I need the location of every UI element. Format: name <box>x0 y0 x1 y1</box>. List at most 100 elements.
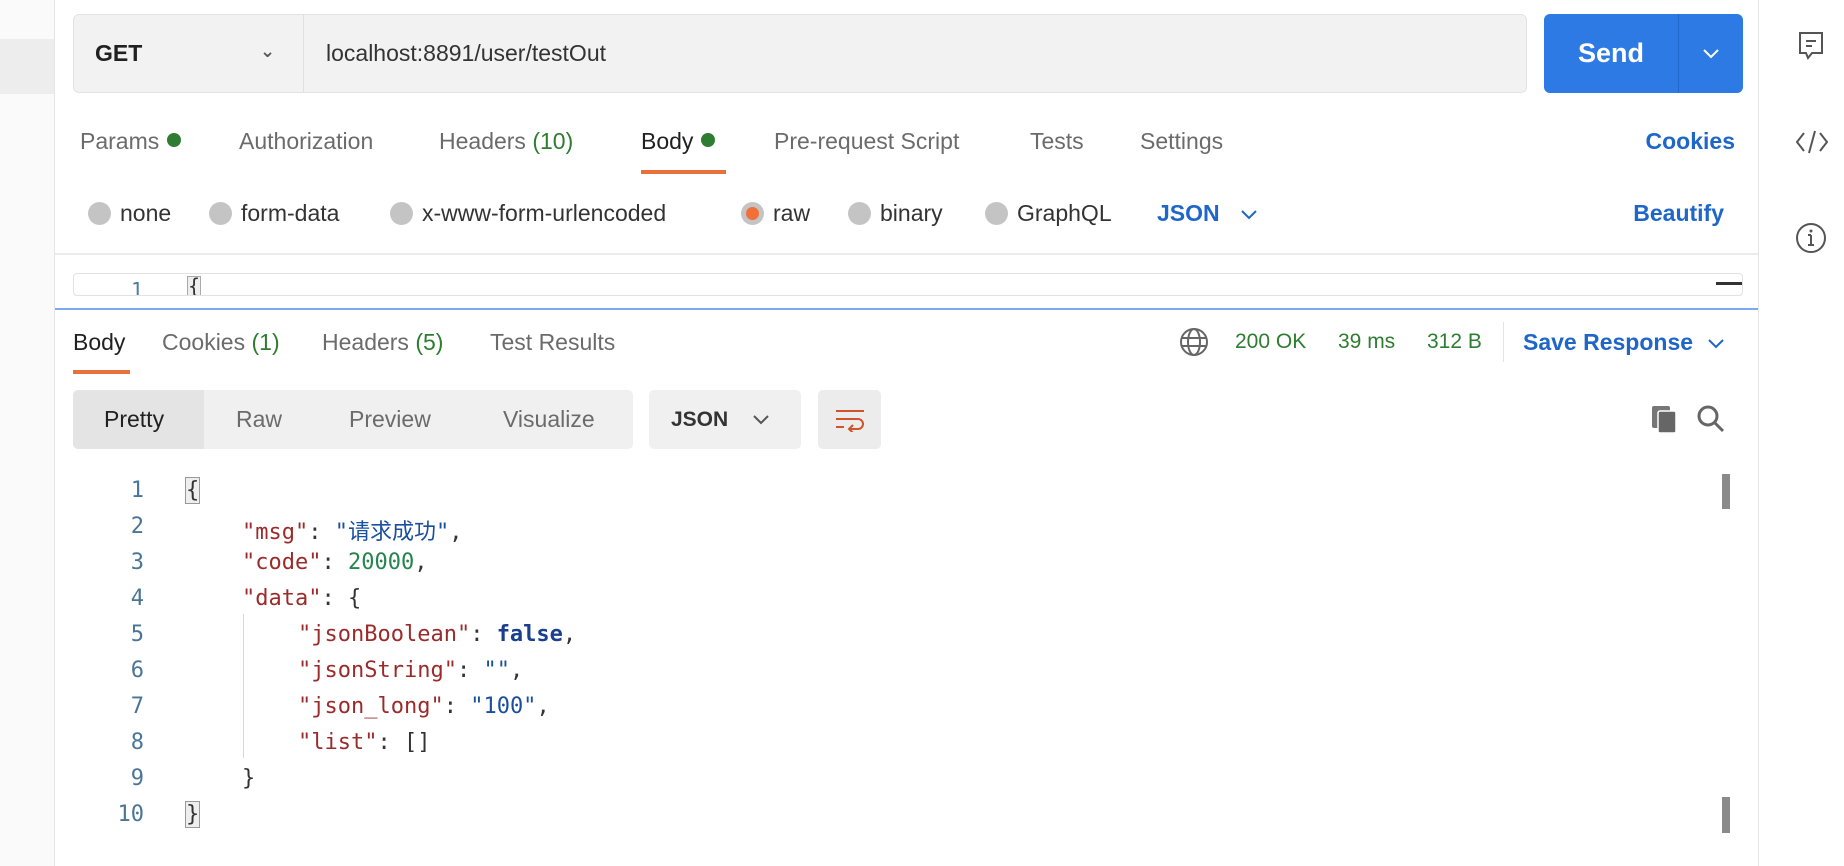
radio-raw[interactable]: raw <box>741 200 810 227</box>
left-sidebar <box>0 0 55 866</box>
code-token: , <box>509 658 524 683</box>
code-token: , <box>562 622 577 647</box>
code-token: , <box>449 520 463 545</box>
body-format-label: JSON <box>1157 200 1220 226</box>
line-number: 1 <box>131 278 144 296</box>
tab-authorization[interactable]: Authorization <box>239 128 373 155</box>
code-token: "请求成功" <box>334 520 450 545</box>
scrollbar-thumb[interactable] <box>1722 797 1730 833</box>
indent-guide <box>243 614 244 758</box>
active-tab-underline <box>641 170 726 174</box>
view-mode-segmented-control: Pretty Raw Preview Visualize <box>73 390 633 449</box>
tab-body[interactable]: Body <box>641 128 716 155</box>
code-line: "jsonString": "", <box>298 658 523 683</box>
tab-label: Headers <box>439 128 526 154</box>
tab-count: (10) <box>532 128 574 154</box>
body-format-select[interactable]: JSON <box>1157 200 1258 227</box>
code-token: "code" <box>242 550 322 575</box>
url-bar: GET ⌄ localhost:8891/user/testOut <box>73 14 1527 93</box>
tab-label: Body <box>641 128 694 154</box>
editor-scrollbar[interactable] <box>1716 282 1742 285</box>
save-response-button[interactable]: Save Response <box>1523 329 1725 356</box>
line-number: 7 <box>130 694 144 719</box>
tab-label: Cookies <box>162 329 246 355</box>
code-token: 20000 <box>347 550 415 575</box>
response-time[interactable]: 39 ms <box>1338 330 1395 354</box>
chevron-down-icon <box>1708 339 1724 349</box>
documentation-icon[interactable] <box>1797 30 1825 62</box>
code-token: } <box>242 766 256 791</box>
tab-pre-request-script[interactable]: Pre-request Script <box>774 128 959 155</box>
radio-graphql[interactable]: GraphQL <box>985 200 1112 227</box>
response-tab-body[interactable]: Body <box>73 329 125 356</box>
code-token: "jsonString" <box>298 658 457 683</box>
wrap-icon <box>836 410 864 432</box>
code-line: { <box>184 477 201 504</box>
line-number: 10 <box>117 802 145 827</box>
view-preview[interactable]: Preview <box>349 390 431 449</box>
tab-settings[interactable]: Settings <box>1140 128 1223 155</box>
response-size[interactable]: 312 B <box>1427 330 1482 354</box>
code-token: } <box>184 801 201 828</box>
wrap-lines-button[interactable] <box>818 390 881 449</box>
code-line: } <box>242 766 255 791</box>
chevron-down-icon: ⌄ <box>260 41 276 61</box>
code-line: "data": { <box>242 586 361 611</box>
line-number: 4 <box>130 586 144 611</box>
radio-binary[interactable]: binary <box>848 200 943 227</box>
request-body-editor[interactable]: 1 { <box>73 273 1743 296</box>
radio-circle-selected <box>741 202 764 225</box>
scrollbar-thumb[interactable] <box>1722 474 1730 509</box>
code-line: } <box>184 801 201 828</box>
cookies-link[interactable]: Cookies <box>1646 128 1735 155</box>
status-code[interactable]: 200 OK <box>1235 330 1306 354</box>
send-button[interactable]: Send <box>1544 14 1743 93</box>
code-token: , <box>414 550 428 575</box>
sidebar-selected-item[interactable] <box>0 39 54 94</box>
radio-label: GraphQL <box>1017 200 1112 226</box>
code-token: : <box>470 622 497 647</box>
radio-form-data[interactable]: form-data <box>209 200 339 227</box>
response-format-select[interactable]: JSON <box>649 390 801 449</box>
code-token: , <box>536 694 550 719</box>
view-pretty[interactable]: Pretty <box>104 390 164 449</box>
code-token: : { <box>321 586 362 611</box>
status-dot <box>167 133 182 147</box>
radio-x-www-form-urlencoded[interactable]: x-www-form-urlencoded <box>390 200 666 227</box>
response-scrollbar[interactable] <box>1722 474 1730 834</box>
line-number: 6 <box>130 658 144 683</box>
radio-circle <box>848 202 871 225</box>
beautify-link[interactable]: Beautify <box>1633 200 1724 227</box>
response-tab-test-results[interactable]: Test Results <box>490 329 615 356</box>
info-icon[interactable] <box>1795 222 1827 254</box>
tab-label: Params <box>80 128 160 154</box>
editor-text: { <box>187 274 202 296</box>
code-token: false <box>496 622 563 647</box>
radio-none[interactable]: none <box>88 200 171 227</box>
tab-params[interactable]: Params <box>80 128 182 155</box>
globe-icon[interactable] <box>1179 327 1209 357</box>
response-tab-headers[interactable]: Headers (5) <box>322 329 443 356</box>
view-visualize[interactable]: Visualize <box>503 390 595 449</box>
code-icon[interactable] <box>1795 128 1829 156</box>
view-raw[interactable]: Raw <box>236 390 282 449</box>
tab-tests[interactable]: Tests <box>1030 128 1084 155</box>
tab-count: (5) <box>415 329 444 355</box>
line-number: 5 <box>130 622 144 647</box>
method-select[interactable]: GET ⌄ <box>74 15 304 92</box>
url-input[interactable]: localhost:8891/user/testOut <box>326 15 606 92</box>
code-token: { <box>184 477 201 504</box>
divider <box>55 253 1758 255</box>
radio-label: x-www-form-urlencoded <box>422 200 667 226</box>
copy-icon[interactable] <box>1650 404 1678 434</box>
search-icon[interactable] <box>1696 404 1726 434</box>
tab-headers[interactable]: Headers (10) <box>439 128 573 155</box>
status-dot <box>701 133 716 147</box>
code-token: "list" <box>298 730 378 755</box>
response-tab-cookies[interactable]: Cookies (1) <box>162 329 280 356</box>
code-line: "jsonBoolean": false, <box>298 622 576 647</box>
pane-resize-handle[interactable] <box>55 308 1758 310</box>
divider <box>1503 322 1504 362</box>
code-line: "code": 20000, <box>242 550 427 575</box>
send-options-chevron-icon[interactable] <box>1678 14 1743 93</box>
